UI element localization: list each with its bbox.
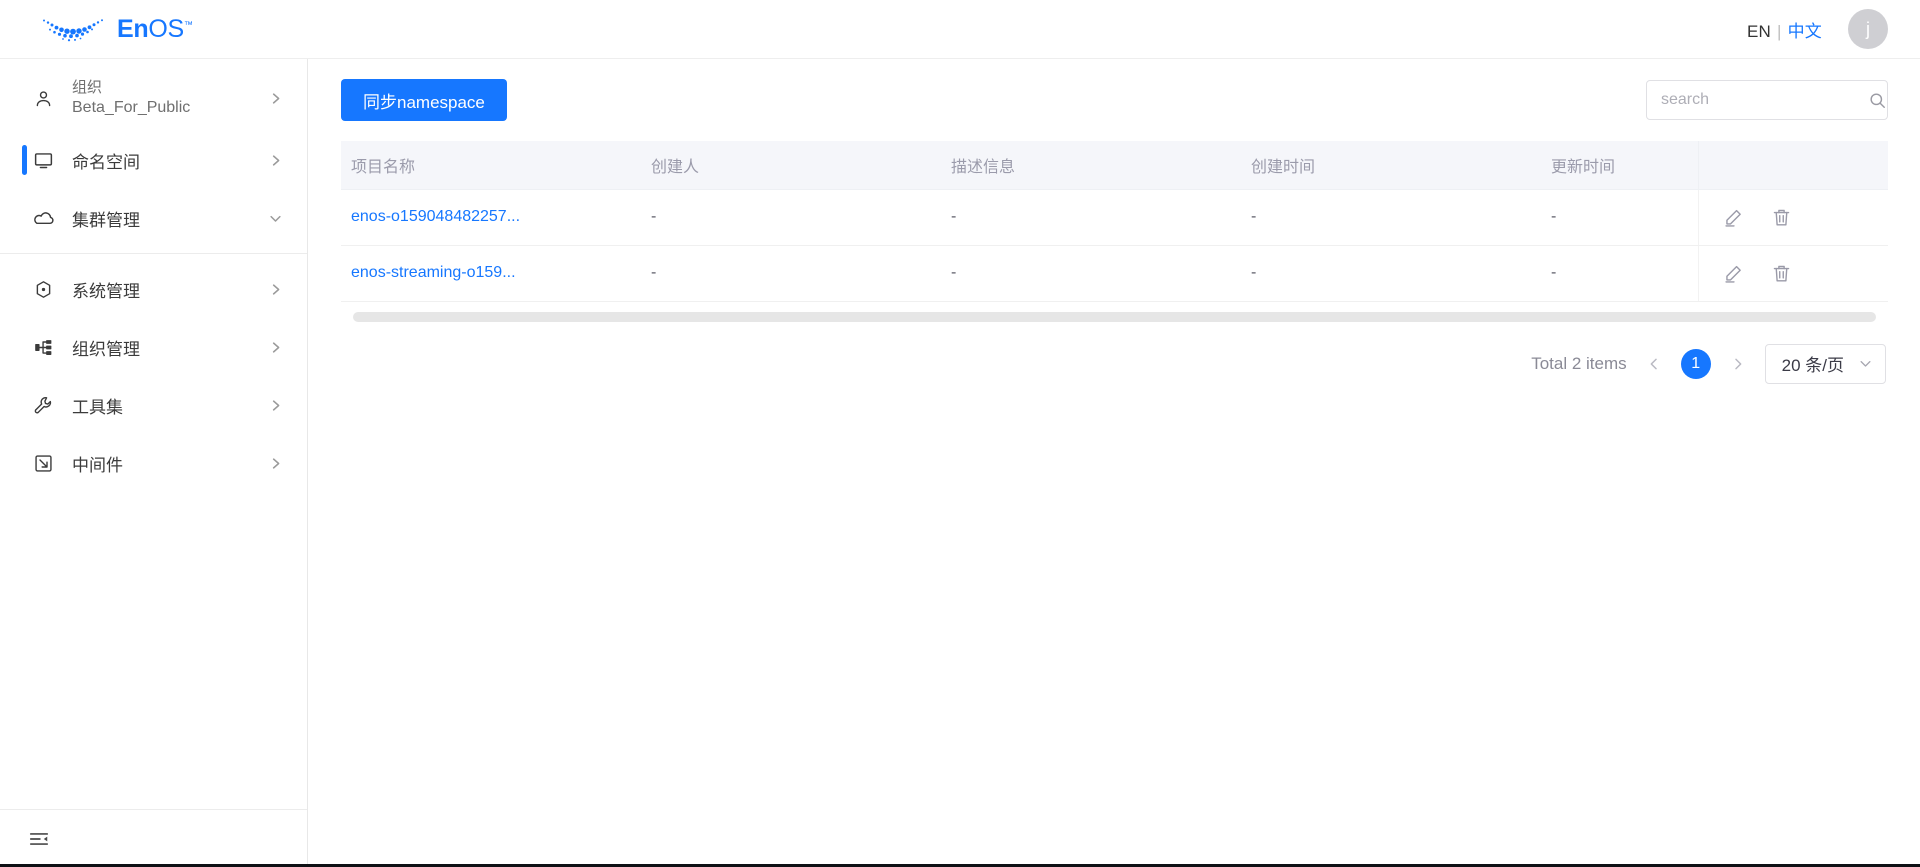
brand-name: EnOS™ [117,14,193,43]
monitor-icon [32,149,54,171]
page-size-label: 20 条/页 [1781,356,1844,375]
user-icon [32,87,54,109]
chevron-down-icon [1858,356,1873,371]
pencil-icon[interactable] [1723,206,1745,228]
cell-created-time: - [1241,245,1541,302]
sidebar-menu: 组织 Beta_For_Public 命名空间 集群管理 系统管理 组织管理 工… [0,59,307,809]
brand-name-bold: En [117,14,149,43]
cell-updated-time: - [1541,245,1698,302]
language-option-zh[interactable]: 中文 [1788,22,1822,41]
chevron-right-icon [268,398,283,413]
pagination-total: Total 2 items [1531,353,1627,373]
sidebar: 组织 Beta_For_Public 命名空间 集群管理 系统管理 组织管理 工… [0,59,308,867]
pencil-icon[interactable] [1723,262,1745,284]
cell-description: - [941,245,1241,302]
cell-description: - [941,189,1241,246]
row-actions [1709,262,1889,284]
chevron-down-icon [268,211,283,226]
chevron-right-icon [268,340,283,355]
cell-created-time: - [1241,189,1541,246]
sidebar-item-organization-management[interactable]: 组织管理 [0,318,307,376]
enos-swoosh-logo-icon [43,19,103,42]
namespace-link[interactable]: enos-o159048482257... [351,208,520,225]
sidebar-item-system-management[interactable]: 系统管理 [0,260,307,318]
table-row[interactable]: enos-streaming-o159... - - - - [341,245,1889,302]
cell-name: enos-streaming-o159... [341,245,641,302]
cell-name: enos-o159048482257... [341,189,641,246]
toolbar: 同步namespace [309,59,1920,141]
brand-trademark: ™ [183,19,193,30]
column-header-description[interactable]: 描述信息 [941,141,1241,190]
main-content: 同步namespace 项目名称 [309,59,1920,867]
header-right-group: EN | 中文 j [1747,9,1888,49]
sidebar-item-namespace[interactable]: 命名空间 [0,131,307,189]
hexagon-dot-icon [32,278,54,300]
search-input[interactable] [1661,91,1868,109]
column-header-updated-time[interactable]: 更新时间 [1541,141,1698,190]
table-row[interactable]: enos-o159048482257... - - - - [341,189,1889,246]
cell-updated-time: - [1541,189,1698,246]
wrench-icon [32,394,54,416]
column-header-creator[interactable]: 创建人 [641,141,941,190]
top-header: EnOS™ EN | 中文 j [0,0,1920,59]
organization-text: 组织 Beta_For_Public [72,79,190,118]
column-header-name[interactable]: 项目名称 [341,141,641,190]
namespace-table-container: 项目名称 创建人 描述信息 创建时间 更新时间 enos-o1590484822… [341,141,1888,322]
language-option-en[interactable]: EN [1747,22,1771,41]
trash-icon[interactable] [1771,206,1793,228]
avatar[interactable]: j [1848,9,1888,49]
cell-actions [1697,189,1889,246]
sidebar-item-middleware[interactable]: 中间件 [0,434,307,492]
chevron-right-icon [268,282,283,297]
pagination: Total 2 items 1 20 条/页 [309,322,1920,384]
namespace-table: 项目名称 创建人 描述信息 创建时间 更新时间 enos-o1590484822… [341,141,1888,302]
chevron-right-icon [268,153,283,168]
language-separator: | [1776,21,1782,41]
sidebar-item-label: 命名空间 [72,152,140,172]
table-header: 项目名称 创建人 描述信息 创建时间 更新时间 [341,141,1888,190]
table-body: enos-o159048482257... - - - - enos-strea… [341,189,1889,302]
search-box[interactable] [1646,80,1888,120]
row-actions [1709,206,1889,228]
trash-icon[interactable] [1771,262,1793,284]
pagination-next-button[interactable] [1725,349,1751,379]
cell-creator: - [641,189,941,246]
sidebar-item-label: 系统管理 [72,281,140,301]
cell-creator: - [641,245,941,302]
chevron-right-icon [268,456,283,471]
table-header-row: 项目名称 创建人 描述信息 创建时间 更新时间 [341,141,1888,190]
sidebar-item-cluster-management[interactable]: 集群管理 [0,189,307,247]
middleware-icon [32,452,54,474]
organization-label: 组织 [72,78,103,96]
search-icon[interactable] [1868,91,1887,110]
table-horizontal-scrollbar[interactable] [353,311,1876,322]
language-switcher[interactable]: EN | 中文 [1747,17,1822,42]
pagination-prev-button[interactable] [1641,349,1667,379]
chevron-right-icon [268,91,283,106]
sidebar-item-label: 集群管理 [72,210,140,230]
cell-actions [1697,245,1889,302]
pagination-page-1[interactable]: 1 [1680,348,1711,379]
sidebar-footer [0,809,307,867]
column-header-created-time[interactable]: 创建时间 [1241,141,1541,190]
brand-logo[interactable]: EnOS™ [38,14,193,44]
organization-name: Beta_For_Public [72,98,191,116]
sidebar-item-label: 工具集 [72,397,123,417]
sidebar-divider [0,253,307,254]
sync-namespace-button[interactable]: 同步namespace [341,79,507,121]
namespace-link[interactable]: enos-streaming-o159... [351,264,516,281]
cloud-icon [32,207,54,229]
page-size-select[interactable]: 20 条/页 [1764,343,1886,384]
sidebar-item-label: 组织管理 [72,339,140,359]
collapse-sidebar-icon[interactable] [26,826,52,852]
brand-name-light: OS [148,14,184,43]
sidebar-item-toolset[interactable]: 工具集 [0,376,307,434]
column-header-actions [1697,141,1888,190]
sidebar-item-organization[interactable]: 组织 Beta_For_Public [0,65,307,131]
sidebar-item-label: 中间件 [72,455,123,475]
sitemap-icon [32,336,54,358]
